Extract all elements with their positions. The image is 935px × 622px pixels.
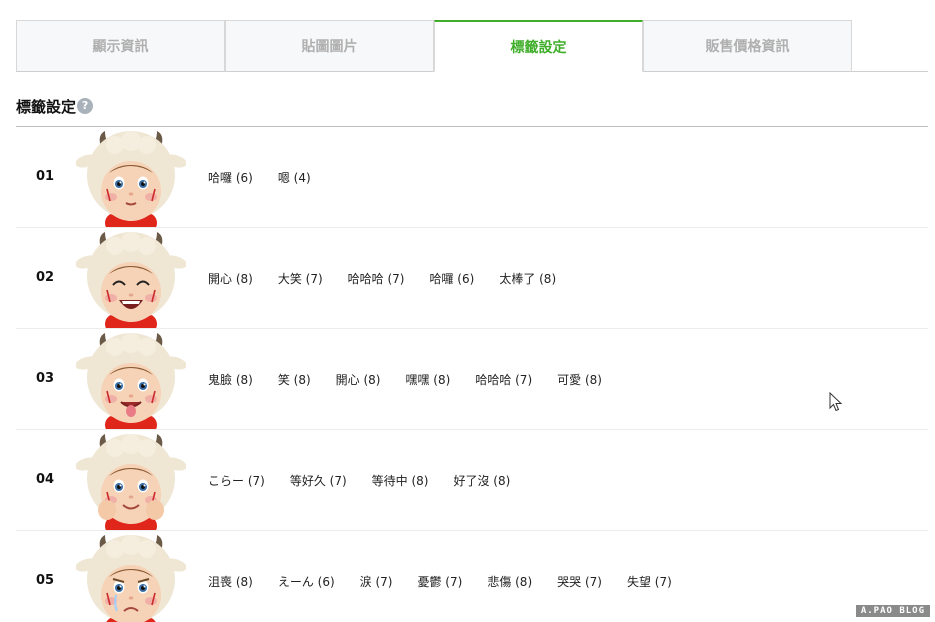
tag-item[interactable]: えーん (6) (278, 573, 335, 590)
tag-item[interactable]: 大笑 (7) (278, 270, 323, 287)
tag-item[interactable]: 開心 (8) (208, 270, 253, 287)
tag-item[interactable]: 好了沒 (8) (453, 472, 510, 489)
tag-item[interactable]: 等好久 (7) (290, 472, 347, 489)
tab-sticker-images[interactable]: 貼圖圖片 (225, 20, 434, 72)
sticker-number: 04 (36, 472, 55, 487)
sticker-row: 03 鬼臉 (8) 笑 (8) 開心 (8) 嘿嘿 (8) 哈哈哈 (7) 可愛 (8) (16, 329, 928, 430)
tag-item[interactable]: 哈囉 (6) (429, 270, 474, 287)
tag-item[interactable]: 哈囉 (6) (208, 169, 253, 186)
tag-list: 鬼臉 (8) 笑 (8) 開心 (8) 嘿嘿 (8) 哈哈哈 (7) 可愛 (8) (208, 329, 602, 429)
sticker-image (76, 331, 186, 429)
tag-item[interactable]: 失望 (7) (627, 573, 672, 590)
sticker-image (76, 533, 186, 622)
tab-bar: 顯示資訊 貼圖圖片 標籤設定 販售價格資訊 (16, 20, 928, 72)
tag-item[interactable]: 可愛 (8) (557, 371, 602, 388)
tab-sales-price-info[interactable]: 販售價格資訊 (643, 20, 852, 72)
mouse-pointer-icon (829, 392, 843, 412)
sticker-number: 02 (36, 270, 55, 285)
watermark: A.PAO BLOG (855, 605, 930, 617)
tag-list: こらー (7) 等好久 (7) 等待中 (8) 好了沒 (8) (208, 430, 510, 530)
tag-list: 沮喪 (8) えーん (6) 涙 (7) 憂鬱 (7) 悲傷 (8) 哭哭 (7) 失望 (… (208, 531, 672, 622)
section-header: 標籤設定? (16, 96, 928, 127)
sticker-tag-list: 01 哈囉 (6) 嗯 (4) 02 開心 (8) 大笑 (7) 哈哈哈 (7)… (16, 127, 928, 622)
tag-item[interactable]: 開心 (8) (336, 371, 381, 388)
tag-item[interactable]: 嘿嘿 (8) (405, 371, 450, 388)
tag-item[interactable]: 太棒了 (8) (499, 270, 556, 287)
tag-item[interactable]: 等待中 (8) (372, 472, 429, 489)
sticker-row: 05 沮喪 (8) えーん (6) 涙 (7) 憂鬱 (7) 悲傷 (8) 哭哭 (7) 失… (16, 531, 928, 622)
tag-list: 開心 (8) 大笑 (7) 哈哈哈 (7) 哈囉 (6) 太棒了 (8) (208, 228, 556, 328)
tab-tag-settings[interactable]: 標籤設定 (434, 20, 643, 72)
sticker-row: 04 こらー (7) 等好久 (7) 等待中 (8) 好了沒 (8) (16, 430, 928, 531)
sticker-image (76, 230, 186, 328)
section-title: 標籤設定 (16, 98, 77, 116)
sticker-image (76, 129, 186, 227)
sticker-row: 02 開心 (8) 大笑 (7) 哈哈哈 (7) 哈囉 (6) 太棒了 (8) (16, 228, 928, 329)
tag-item[interactable]: 笑 (8) (278, 371, 311, 388)
tag-item[interactable]: 哈哈哈 (7) (475, 371, 532, 388)
tag-item[interactable]: こらー (7) (208, 472, 265, 489)
tag-item[interactable]: 鬼臉 (8) (208, 371, 253, 388)
tag-list: 哈囉 (6) 嗯 (4) (208, 127, 311, 227)
sticker-number: 05 (36, 573, 55, 588)
sticker-image (76, 432, 186, 530)
tag-item[interactable]: 沮喪 (8) (208, 573, 253, 590)
tag-item[interactable]: 哭哭 (7) (557, 573, 602, 590)
sticker-row: 01 哈囉 (6) 嗯 (4) (16, 127, 928, 228)
question-icon[interactable]: ? (77, 97, 94, 114)
sticker-number: 01 (36, 169, 55, 184)
tag-item[interactable]: 哈哈哈 (7) (348, 270, 405, 287)
tag-item[interactable]: 憂鬱 (7) (417, 573, 462, 590)
tag-item[interactable]: 嗯 (4) (278, 169, 311, 186)
tag-item[interactable]: 悲傷 (8) (487, 573, 532, 590)
sticker-number: 03 (36, 371, 55, 386)
tab-display-info[interactable]: 顯示資訊 (16, 20, 225, 72)
tag-item[interactable]: 涙 (7) (360, 573, 393, 590)
